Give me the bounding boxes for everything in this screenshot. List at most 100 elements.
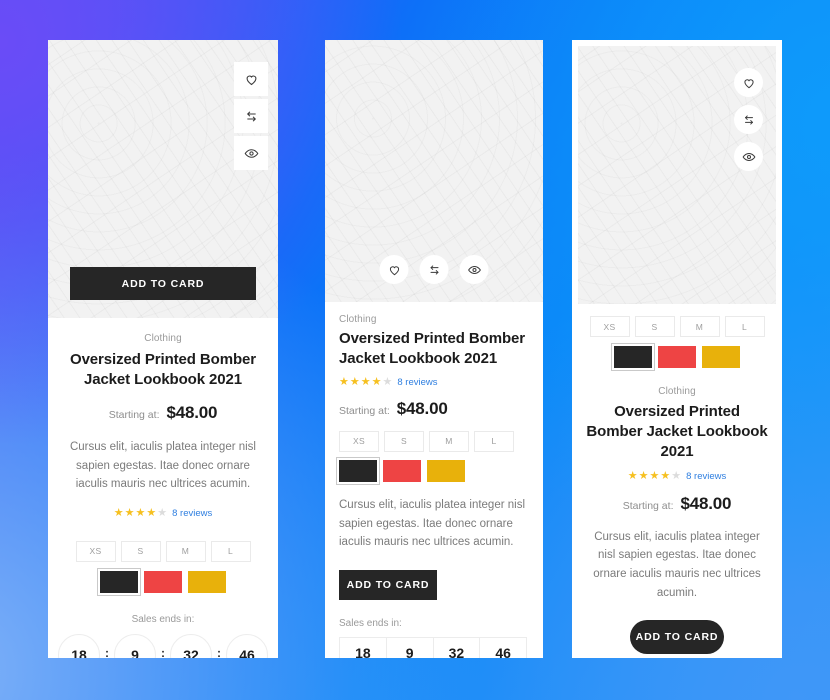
add-to-cart-button-2[interactable]: ADD TO CARD [339,569,437,600]
product-card-2[interactable]: Clothing Oversized Printed Bomber Jacket… [325,40,543,658]
countdown-value: 32 [448,644,465,658]
size-option-s[interactable]: S [120,540,161,562]
color-option-red[interactable] [144,570,182,593]
heart-icon [743,78,754,88]
countdown-value: 9 [405,644,414,658]
product-category-2: Clothing [339,314,377,325]
countdown-unit-sec: 46SEC [480,638,526,658]
star-icon: ★ [339,375,349,388]
product-image-1[interactable]: ADD TO CARD [48,40,278,318]
price-label-1: Starting at: [108,408,160,421]
star-icon: ★ [113,506,124,519]
price-value-3: $48.00 [680,493,732,513]
price-row-2: Starting at: $48.00 [339,399,529,419]
star-rating-3: ★ ★ ★ ★ ★ [627,469,681,482]
reviews-link-3[interactable]: 8 reviews [686,471,726,482]
product-description-1: Cursus elit, iaculis platea integer nisl… [69,440,256,491]
product-title-3[interactable]: Oversized Printed Bomber Jacket Lookbook… [586,402,768,462]
star-rating-1: ★ ★ ★ ★ ★ [113,506,168,519]
countdown-separator: : [161,645,165,658]
product-card-1[interactable]: ADD TO CARD Clothing Oversized Printed B… [48,40,278,658]
color-selector-1[interactable] [97,567,226,596]
size-option-l[interactable]: L [724,316,765,337]
countdown-value: 46 [226,633,268,658]
compare-icon [246,111,256,121]
color-option-black[interactable] [611,343,655,371]
countdown-unit-mins: 32MINS [170,633,212,658]
size-selector-1[interactable]: XS S M L [75,540,251,562]
product-details-1: Clothing Oversized Printed Bomber Jacket… [48,318,278,658]
product-image-2[interactable] [325,40,543,302]
add-to-cart-button-1[interactable]: ADD TO CARD [70,267,256,300]
color-option-black[interactable] [97,567,141,596]
countdown-unit-days: 18DAYS [58,633,100,658]
product-title-1[interactable]: Oversized Printed Bomber Jacket Lookbook… [64,350,262,390]
size-selector-2[interactable]: XS S M L [339,430,529,452]
reviews-link-1[interactable]: 8 reviews [172,508,212,519]
color-option-yellow[interactable] [702,346,740,368]
rating-2: ★ ★ ★ ★ ★ 8 reviews [339,375,529,388]
star-icon: ★ [146,506,157,519]
price-label-3: Starting at: [622,499,674,512]
countdown-value: 18 [58,633,100,658]
eye-icon-button-3[interactable] [734,142,763,171]
countdown-value: 18 [355,644,371,658]
size-option-s[interactable]: S [384,430,424,452]
size-option-xs[interactable]: XS [339,430,379,452]
countdown-value: 32 [170,633,212,658]
star-icon: ★ [135,506,146,519]
rating-3: ★ ★ ★ ★ ★ 8 reviews [627,469,727,482]
size-option-xs[interactable]: XS [75,540,116,562]
heart-icon-button-1[interactable] [234,62,268,96]
product-category-1: Clothing [144,333,182,344]
size-option-s[interactable]: S [634,316,675,337]
eye-icon [244,148,258,158]
size-option-l[interactable]: L [474,430,514,452]
size-option-m[interactable]: M [679,316,720,337]
size-option-m[interactable]: M [165,540,206,562]
heart-icon-button-2[interactable] [379,255,409,284]
price-row-3: Starting at: $48.00 [623,494,732,514]
compare-icon-button-2[interactable] [419,255,449,284]
size-option-l[interactable]: L [210,540,251,562]
sale-ends-label-1: Sales ends in: [131,613,195,625]
product-title-2[interactable]: Oversized Printed Bomber Jacket Lookbook… [339,329,529,369]
countdown-timer-1: 18DAYS:9HRS:32MINS:46SEC [58,633,268,658]
price-label-2: Starting at: [339,404,390,417]
star-rating-2: ★ ★ ★ ★ ★ [339,375,392,388]
color-selector-2[interactable] [336,456,529,485]
countdown-unit-hrs: 9HRS [114,633,156,658]
eye-icon-button-2[interactable] [459,255,489,284]
color-option-yellow[interactable] [427,459,465,482]
product-description-3: Cursus elit, iaculis platea integer nisl… [593,530,761,599]
product-card-3[interactable]: XS S M L Clothing Oversized Printed Bomber … [572,40,782,658]
star-icon: ★ [157,506,168,519]
compare-icon-button-1[interactable] [234,99,268,133]
heart-icon-button-3[interactable] [734,68,763,97]
countdown-unit-sec: 46SEC [226,633,268,658]
star-icon: ★ [360,375,371,388]
add-to-cart-button-3[interactable]: ADD TO CARD [630,620,724,655]
countdown-value: 9 [114,633,156,658]
price-value-2: $48.00 [396,398,448,418]
star-icon: ★ [371,375,382,388]
product-image-3[interactable] [578,46,776,304]
countdown-separator: : [105,645,109,658]
eye-icon-button-1[interactable] [234,136,268,170]
star-icon: ★ [627,469,638,482]
eye-icon [467,265,481,274]
size-option-xs[interactable]: XS [589,316,630,337]
product-category-3: Clothing [658,386,696,397]
rating-1: ★ ★ ★ ★ ★ 8 reviews [113,506,213,519]
color-option-black[interactable] [336,456,380,485]
countdown-value: 46 [495,644,511,658]
color-selector-3[interactable] [611,343,740,371]
color-option-yellow[interactable] [188,570,226,593]
compare-icon-button-3[interactable] [734,105,763,134]
color-option-red[interactable] [383,459,421,482]
size-option-m[interactable]: M [429,430,469,452]
color-option-red[interactable] [658,346,696,368]
reviews-link-2[interactable]: 8 reviews [397,377,437,388]
size-selector-3[interactable]: XS S M L [589,316,765,337]
sale-ends-label-2: Sales ends in: [339,617,402,629]
